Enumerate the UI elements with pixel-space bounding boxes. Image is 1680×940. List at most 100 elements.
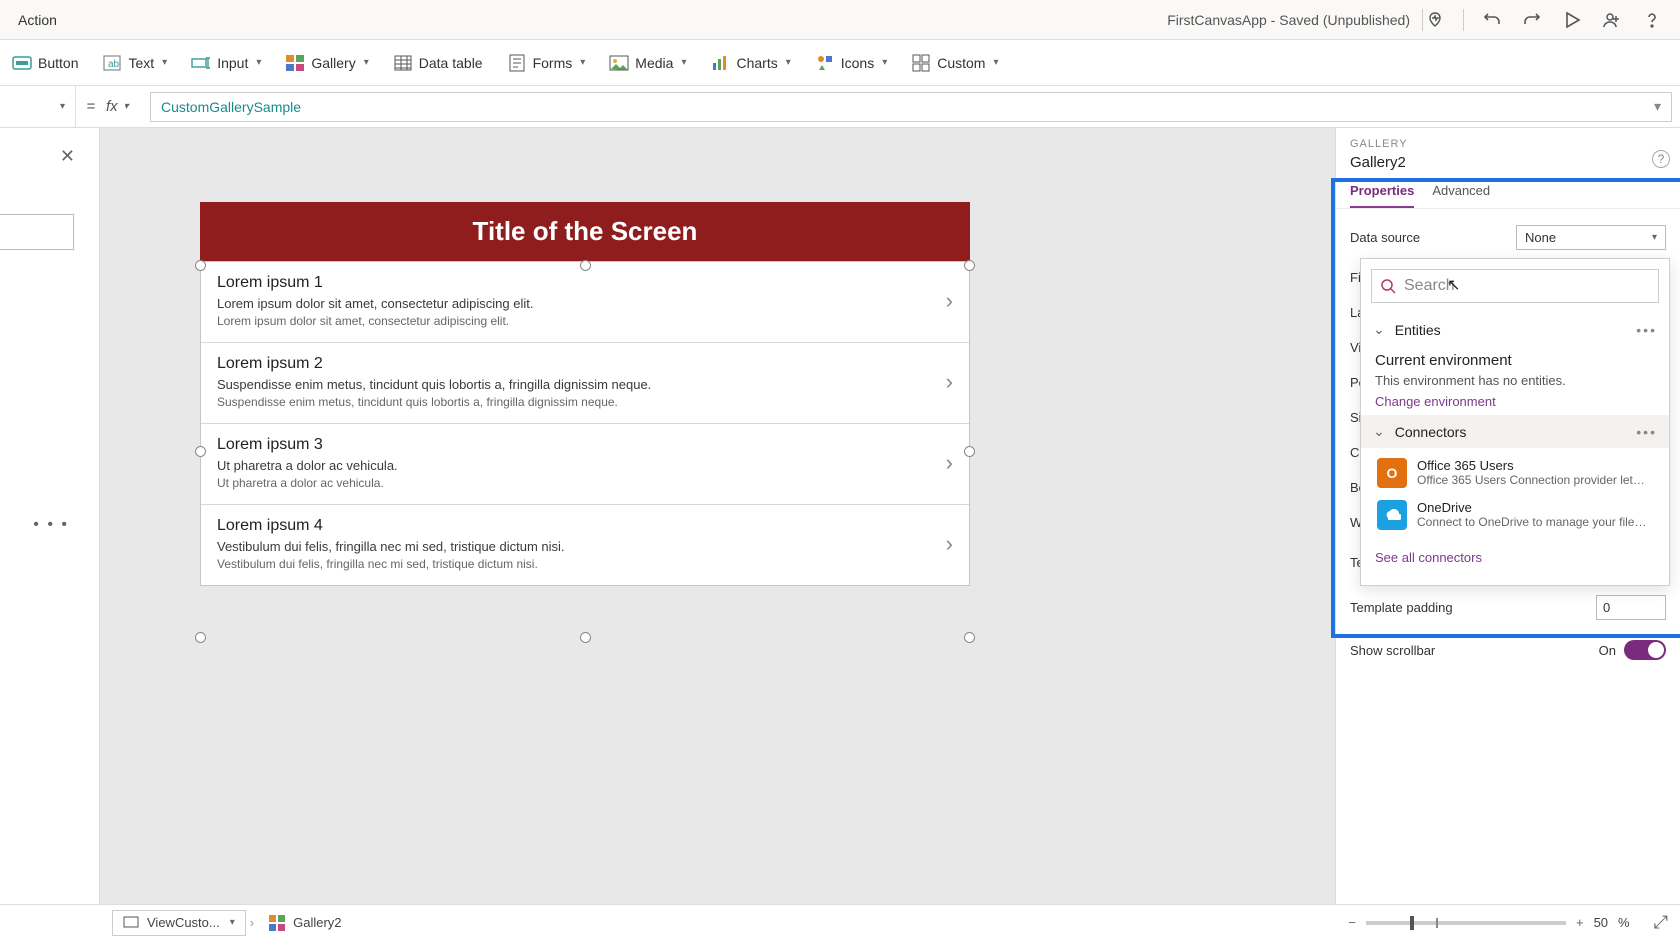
connector-item[interactable]: O Office 365 Users Office 365 Users Conn… <box>1365 452 1665 494</box>
insert-custom[interactable]: Custom ▾ <box>911 53 998 73</box>
row-body: Lorem ipsum dolor sit amet, consectetur … <box>217 314 946 328</box>
tab-advanced[interactable]: Advanced <box>1432 183 1490 208</box>
breadcrumb-separator: › <box>246 915 258 930</box>
insert-text[interactable]: ab Text▾ <box>102 53 167 73</box>
button-icon <box>12 53 32 73</box>
forms-icon <box>507 53 527 73</box>
play-icon[interactable] <box>1560 8 1584 32</box>
chevron-right-icon[interactable]: › <box>946 288 953 314</box>
label: Template padding <box>1350 600 1453 615</box>
chevron-down-icon: ▾ <box>681 57 686 68</box>
chevron-down-icon: ▾ <box>786 57 791 68</box>
selection-handle[interactable] <box>580 632 591 643</box>
change-environment-link[interactable]: Change environment <box>1375 394 1655 409</box>
label: Text <box>128 55 154 71</box>
help-icon[interactable] <box>1640 8 1664 32</box>
prop-datasource: Data source None ▾ <box>1336 215 1680 260</box>
selection-handle[interactable] <box>964 446 975 457</box>
insert-charts[interactable]: Charts▾ <box>710 53 790 73</box>
zoom-in-icon[interactable]: + <box>1576 915 1584 930</box>
chevron-right-icon[interactable]: › <box>946 450 953 476</box>
connector-icon <box>1377 500 1407 530</box>
redo-icon[interactable] <box>1520 8 1544 32</box>
connectors-section-header[interactable]: ⌄ Connectors ••• ↖ <box>1361 415 1669 448</box>
row-title: Lorem ipsum 2 <box>217 355 946 373</box>
connector-item[interactable]: OneDrive Connect to OneDrive to manage y… <box>1365 494 1665 536</box>
gallery-control[interactable]: Lorem ipsum 1 Lorem ipsum dolor sit amet… <box>200 261 970 586</box>
fx-label[interactable]: fx▾ <box>106 98 150 115</box>
prop-template-padding: Template padding 0 <box>1336 585 1680 630</box>
health-check-icon[interactable] <box>1423 8 1447 32</box>
insert-datatable[interactable]: Data table <box>393 53 483 73</box>
chevron-right-icon[interactable]: › <box>946 369 953 395</box>
see-all-connectors-link[interactable]: See all connectors <box>1361 540 1669 575</box>
more-icon[interactable]: ••• <box>1636 322 1657 338</box>
property-selector[interactable]: ▾ <box>0 86 76 127</box>
chevron-down-icon: ▾ <box>993 57 998 68</box>
gallery-row[interactable]: Lorem ipsum 4 Vestibulum dui felis, frin… <box>201 505 969 585</box>
help-icon[interactable]: ? <box>1652 150 1670 168</box>
datasource-search-input[interactable]: Search <box>1371 269 1659 303</box>
fit-to-window-icon[interactable]: ⤢ <box>1654 912 1668 933</box>
label: Data source <box>1350 230 1420 245</box>
label: Gallery <box>311 55 355 71</box>
tree-search-input[interactable] <box>0 214 74 250</box>
selection-handle[interactable] <box>195 260 206 271</box>
row-body: Ut pharetra a dolor ac vehicula. <box>217 476 946 490</box>
breadcrumb-control[interactable]: Gallery2 <box>258 910 352 936</box>
control-name-label: Gallery2 <box>1350 154 1666 171</box>
insert-input[interactable]: Input▾ <box>191 53 261 73</box>
gallery-row[interactable]: Lorem ipsum 2 Suspendisse enim metus, ti… <box>201 343 969 424</box>
gallery-row[interactable]: Lorem ipsum 1 Lorem ipsum dolor sit amet… <box>201 262 969 343</box>
search-icon <box>1380 278 1396 294</box>
label: Show scrollbar <box>1350 643 1435 658</box>
selection-handle[interactable] <box>195 446 206 457</box>
selection-handle[interactable] <box>964 632 975 643</box>
gallery-row[interactable]: Lorem ipsum 3 Ut pharetra a dolor ac veh… <box>201 424 969 505</box>
zoom-out-icon[interactable]: − <box>1348 915 1356 930</box>
row-body: Vestibulum dui felis, fringilla nec mi s… <box>217 557 946 571</box>
label: Media <box>635 55 673 71</box>
zoom-unit: % <box>1618 915 1630 930</box>
zoom-value: 50 <box>1594 915 1608 930</box>
insert-button[interactable]: Button <box>12 53 78 73</box>
canvas-area[interactable]: Title of the Screen Lorem ipsum 1 Lorem … <box>100 128 1335 904</box>
connector-desc: Connect to OneDrive to manage your files… <box>1417 515 1647 529</box>
insert-ribbon: Button ab Text▾ Input▾ Gallery▾ Data tab… <box>0 40 1680 86</box>
chevron-right-icon[interactable]: › <box>946 531 953 557</box>
selection-handle[interactable] <box>195 632 206 643</box>
insert-forms[interactable]: Forms▾ <box>507 53 586 73</box>
insert-gallery[interactable]: Gallery▾ <box>285 53 368 73</box>
insert-icons[interactable]: Icons▾ <box>815 53 888 73</box>
expand-formula-icon[interactable]: ▾ <box>1654 98 1661 115</box>
properties-panel: GALLERY Gallery2 ? Properties Advanced D… <box>1335 128 1680 904</box>
charts-icon <box>710 53 730 73</box>
chevron-down-icon: ▾ <box>1652 232 1657 243</box>
app-title: FirstCanvasApp - Saved (Unpublished) <box>1167 12 1410 28</box>
ribbon-tab-action[interactable]: Action <box>8 6 67 34</box>
tab-properties[interactable]: Properties <box>1350 183 1414 208</box>
zoom-slider[interactable] <box>1366 921 1566 925</box>
formula-input[interactable]: CustomGallerySample ▾ <box>150 92 1672 122</box>
undo-icon[interactable] <box>1480 8 1504 32</box>
row-subtitle: Suspendisse enim metus, tincidunt quis l… <box>217 377 946 392</box>
environment-title: Current environment <box>1375 352 1655 369</box>
selection-handle[interactable] <box>580 260 591 271</box>
label: Data table <box>419 55 483 71</box>
user-icon[interactable] <box>1600 8 1624 32</box>
selection-handle[interactable] <box>964 260 975 271</box>
close-icon[interactable]: ✕ <box>60 146 75 167</box>
entities-section-header[interactable]: ⌄ Entities ••• <box>1361 313 1669 346</box>
scrollbar-toggle[interactable] <box>1624 640 1666 660</box>
template-padding-input[interactable]: 0 <box>1596 595 1666 620</box>
label: Custom <box>937 55 985 71</box>
more-icon[interactable]: • • • <box>33 516 69 534</box>
status-bar: ViewCusto... ▾ › Gallery2 − + 50 % ⤢ <box>0 904 1680 940</box>
value: On <box>1599 643 1616 658</box>
more-icon[interactable]: ••• <box>1636 424 1657 440</box>
screen-title-label[interactable]: Title of the Screen <box>200 202 970 261</box>
datasource-select[interactable]: None ▾ <box>1516 225 1666 250</box>
chevron-down-icon: ⌄ <box>1373 321 1385 338</box>
insert-media[interactable]: Media ▾ <box>609 53 686 73</box>
breadcrumb-screen[interactable]: ViewCusto... ▾ <box>112 910 246 936</box>
